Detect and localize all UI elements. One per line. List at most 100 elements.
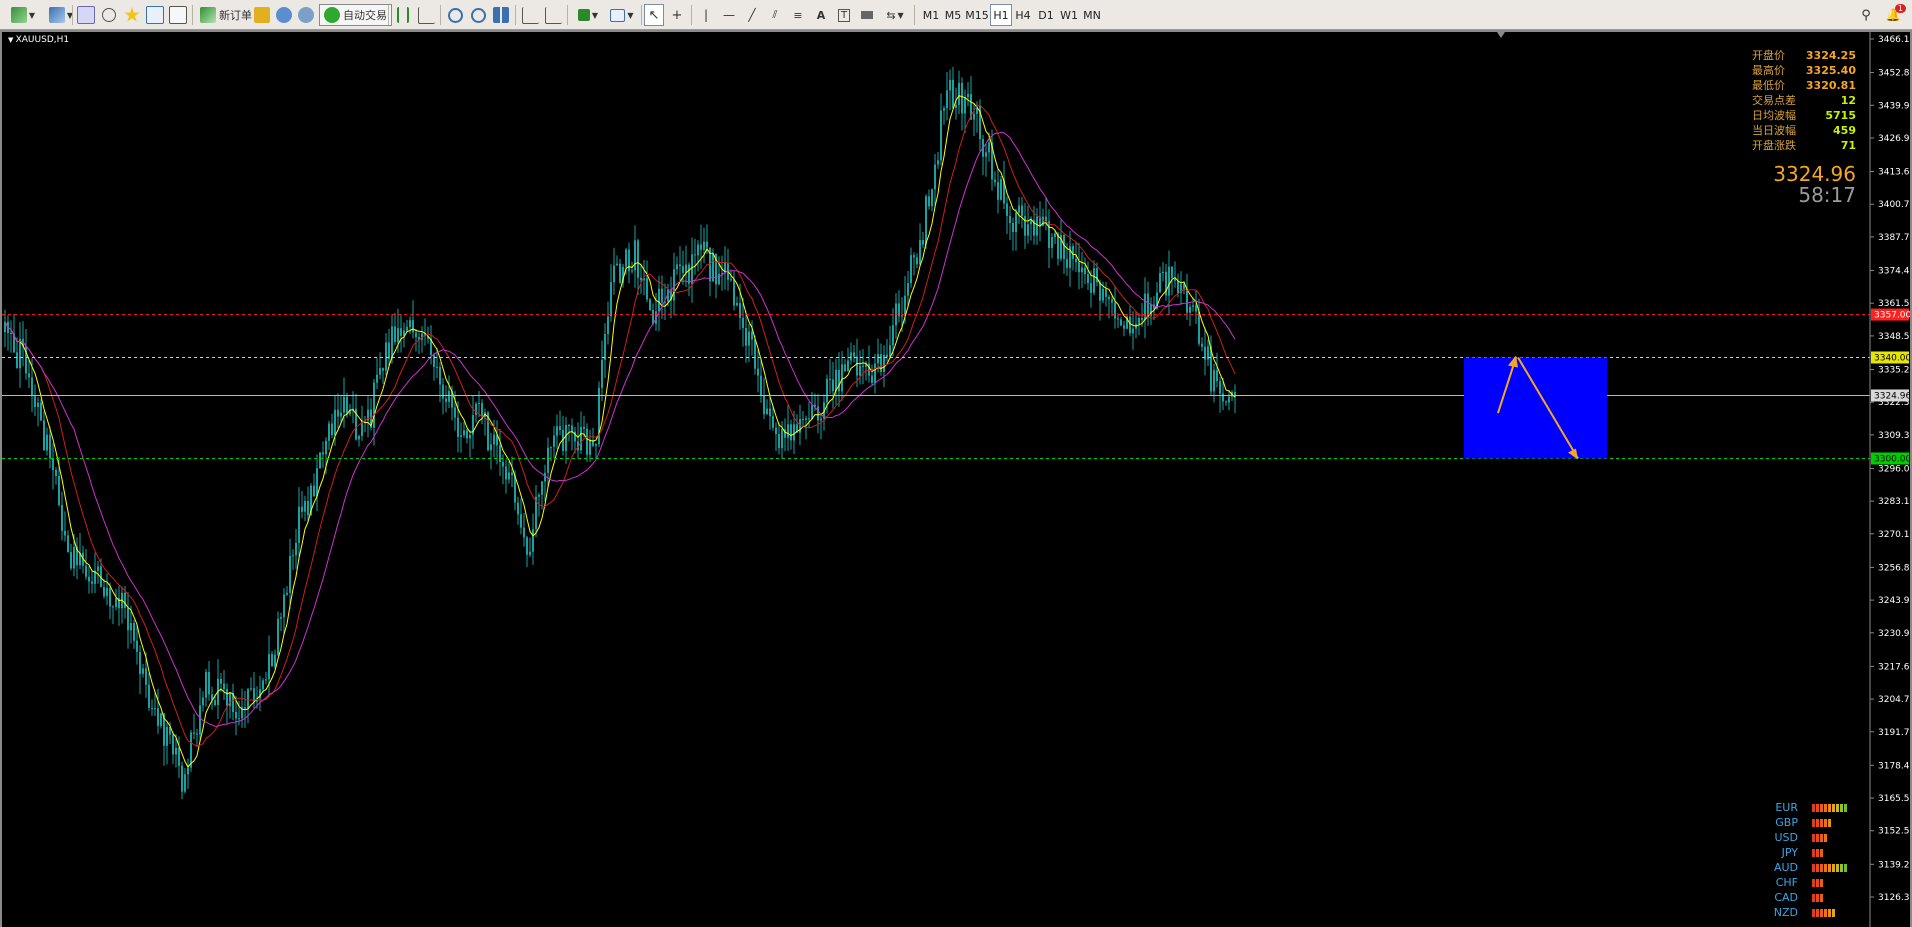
- candle-body: [706, 241, 708, 248]
- symbol-label: ▼ XAUUSD,H1: [8, 35, 69, 45]
- vertical-line-button[interactable]: |: [696, 4, 716, 26]
- timeframe-h4[interactable]: H4: [1012, 4, 1034, 26]
- timeframe-m15[interactable]: M15: [964, 4, 990, 26]
- candlestick-icon: [417, 6, 435, 24]
- text-tool-button[interactable]: A: [811, 4, 831, 26]
- timeframe-d1[interactable]: D1: [1035, 4, 1057, 26]
- arrows-button[interactable]: ⇆ ▼: [880, 4, 910, 26]
- strength-row: CHF: [1760, 875, 1860, 890]
- candle-body: [436, 366, 438, 368]
- candle-body: [178, 748, 180, 766]
- strength-bar: [1820, 894, 1823, 902]
- timeframe-mn[interactable]: MN: [1080, 4, 1104, 26]
- candle-body: [304, 500, 306, 512]
- autoscroll-button[interactable]: [543, 4, 563, 26]
- chart-shift-icon: [521, 6, 539, 24]
- channel-button[interactable]: ⫽: [765, 4, 785, 26]
- market-watch-button[interactable]: [76, 4, 96, 26]
- info-value: 3320.81: [1805, 79, 1856, 92]
- strength-row: NZD: [1760, 905, 1860, 920]
- news-button[interactable]: [296, 4, 316, 26]
- price-axis-label: 3466.15: [1878, 35, 1910, 45]
- indicators-button[interactable]: ▼: [572, 4, 604, 26]
- candle-body: [829, 378, 831, 380]
- horizontal-line-button[interactable]: —: [719, 4, 739, 26]
- candle-body: [547, 447, 549, 473]
- chart-window[interactable]: 3466.15 3452.85 3439.90 3426.95 3413.65 3400.…: [0, 30, 1912, 927]
- candle-body: [1213, 370, 1215, 392]
- auto-trading-label: 自动交易: [343, 9, 387, 22]
- price-axis-label: 3374.45: [1878, 267, 1910, 277]
- candle-body: [1195, 305, 1197, 312]
- auto-trading-button[interactable]: 自动交易: [319, 4, 392, 26]
- timeframe-m1[interactable]: M1: [920, 4, 942, 26]
- candle-body: [337, 409, 339, 417]
- periodicity-button[interactable]: ▼: [607, 4, 637, 26]
- gold-button[interactable]: [252, 4, 272, 26]
- candlestick-button[interactable]: [416, 4, 436, 26]
- candle-body: [499, 445, 501, 462]
- candle-body: [1108, 296, 1110, 300]
- candle-body: [373, 382, 375, 428]
- candle-body: [751, 331, 753, 340]
- timeframe-w1[interactable]: W1: [1058, 4, 1080, 26]
- candle-body: [649, 299, 651, 311]
- strength-row: JPY: [1760, 845, 1860, 860]
- chart-shift-button[interactable]: [520, 4, 540, 26]
- price-chart[interactable]: 3466.15 3452.85 3439.90 3426.95 3413.65 3400.…: [2, 32, 1910, 927]
- candle-body: [85, 565, 87, 577]
- rectangle-button[interactable]: [857, 4, 877, 26]
- navigator-button[interactable]: [122, 4, 142, 26]
- search-button[interactable]: ⚲: [1856, 4, 1876, 26]
- candle-body: [634, 240, 636, 271]
- price-axis-label: 3296.05: [1878, 464, 1910, 474]
- candle-body: [1036, 216, 1038, 236]
- terminal-button[interactable]: [145, 4, 165, 26]
- new-order-button[interactable]: 新订单: [196, 4, 256, 26]
- strategy-tester-button[interactable]: [168, 4, 188, 26]
- candle-body: [43, 420, 45, 451]
- price-axis-label: 3204.70: [1878, 695, 1910, 705]
- candle-body: [1216, 370, 1218, 382]
- strength-row: EUR: [1760, 800, 1860, 815]
- cursor-tool-button[interactable]: ↖: [644, 4, 664, 26]
- strength-bar: [1836, 864, 1839, 872]
- bar-chart-button[interactable]: [393, 4, 413, 26]
- notifications-button[interactable]: 🔔 1: [1880, 4, 1906, 26]
- candle-body: [466, 430, 468, 439]
- zoom-in-button[interactable]: [445, 4, 465, 26]
- strength-bar: [1812, 834, 1815, 842]
- candle-body: [1084, 267, 1086, 275]
- candle-body: [16, 352, 18, 369]
- candle-body: [1117, 318, 1119, 320]
- candle-body: [694, 254, 696, 256]
- candle-body: [382, 368, 384, 371]
- candle-body: [688, 264, 690, 284]
- candle-body: [673, 269, 675, 301]
- new-chart-button[interactable]: ▼: [6, 4, 40, 26]
- tile-windows-button[interactable]: [491, 4, 511, 26]
- price-axis-label: 3270.15: [1878, 530, 1910, 540]
- zoom-out-button[interactable]: [468, 4, 488, 26]
- data-window-button[interactable]: [99, 4, 119, 26]
- candle-body: [481, 403, 483, 418]
- strength-bar: [1820, 864, 1823, 872]
- candle-body: [1177, 280, 1179, 294]
- trade-zone: [1464, 357, 1607, 459]
- crosshair-tool-button[interactable]: +: [667, 4, 687, 26]
- fibonacci-button[interactable]: ≡: [788, 4, 808, 26]
- timeframe-m5[interactable]: M5: [942, 4, 964, 26]
- strength-bar: [1832, 804, 1835, 812]
- candle-body: [1129, 316, 1131, 334]
- candle-body: [295, 542, 297, 556]
- candle-body: [841, 364, 843, 392]
- candle-body: [901, 315, 903, 317]
- candle-body: [1102, 288, 1104, 301]
- candle-body: [1141, 318, 1143, 320]
- trendline-button[interactable]: ╱: [742, 4, 762, 26]
- candle-body: [922, 239, 924, 245]
- signals-button[interactable]: [274, 4, 294, 26]
- timeframe-h1[interactable]: H1: [990, 4, 1012, 26]
- candle-body: [133, 623, 135, 641]
- text-label-button[interactable]: T: [834, 4, 854, 26]
